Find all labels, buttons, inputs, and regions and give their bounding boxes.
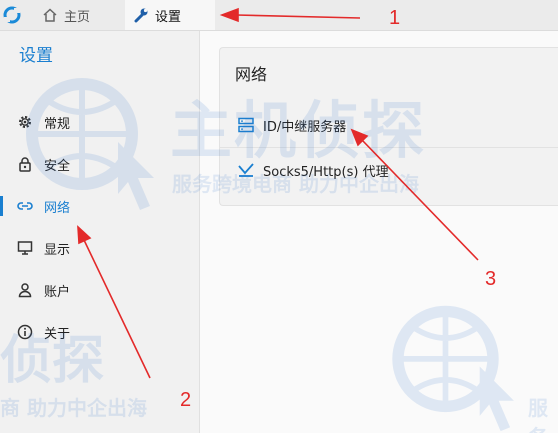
active-indicator [0, 196, 3, 216]
annotation-number-3: 3 [485, 268, 497, 290]
row-label: Socks5/Http(s) 代理 [263, 164, 389, 180]
tab-home-label: 主页 [64, 9, 91, 25]
tab-settings[interactable]: 设置 [125, 0, 215, 30]
card-title: 网络 [235, 65, 268, 84]
sidebar-item-label: 关于 [44, 326, 71, 342]
main-panel: 网络 ID/中继服务器 Socks5/Http(s) 代理 [200, 31, 558, 433]
info-icon [17, 324, 33, 340]
wrench-icon [134, 8, 148, 23]
sidebar-item-security[interactable]: 安全 [0, 147, 199, 181]
lock-icon [19, 157, 31, 172]
tab-home[interactable]: 主页 [38, 0, 118, 30]
sidebar-item-general[interactable]: 常规 [0, 105, 199, 139]
socks-proxy-row[interactable]: Socks5/Http(s) 代理 [220, 148, 558, 192]
home-icon [43, 8, 57, 22]
id-relay-server-row[interactable]: ID/中继服务器 [220, 103, 558, 148]
sidebar-item-network[interactable]: 网络 [0, 189, 199, 223]
sidebar-item-label: 网络 [44, 200, 71, 216]
link-icon [17, 202, 33, 210]
tab-settings-label: 设置 [155, 9, 182, 25]
annotation-number-1: 1 [389, 7, 401, 29]
annotation-number-2: 2 [180, 389, 192, 411]
sidebar: 设置 常规 安全 网络 显示 账户 关于 [0, 31, 200, 433]
sidebar-item-account[interactable]: 账户 [0, 273, 199, 307]
sidebar-item-label: 账户 [44, 284, 71, 300]
network-card: 网络 ID/中继服务器 Socks5/Http(s) 代理 [219, 47, 558, 206]
server-icon [238, 117, 254, 133]
sidebar-item-about[interactable]: 关于 [0, 315, 199, 349]
sidebar-item-display[interactable]: 显示 [0, 231, 199, 265]
monitor-icon [17, 241, 33, 255]
sidebar-item-label: 显示 [44, 242, 71, 258]
row-label: ID/中继服务器 [263, 119, 347, 135]
user-icon [18, 283, 32, 298]
tab-bar: 主页 设置 [0, 0, 558, 31]
sidebar-title: 设置 [19, 46, 53, 66]
sidebar-item-label: 安全 [44, 158, 71, 174]
gear-icon [19, 116, 31, 128]
proxy-icon [238, 163, 254, 177]
app-logo-icon [3, 6, 21, 24]
sidebar-item-label: 常规 [44, 116, 71, 132]
